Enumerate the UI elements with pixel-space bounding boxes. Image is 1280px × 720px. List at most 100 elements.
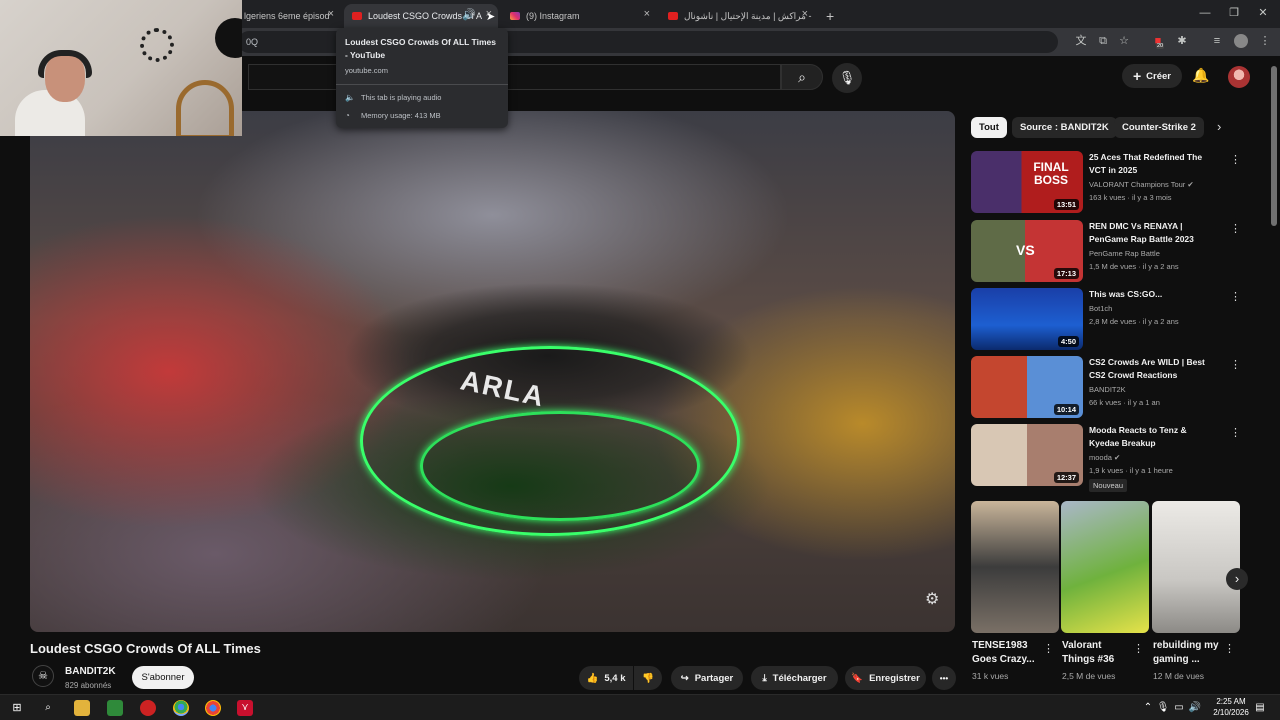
close-icon[interactable]: × <box>328 8 334 20</box>
more-vert-icon[interactable]: ⋮ <box>1230 153 1241 166</box>
chrome-icon[interactable] <box>205 700 221 716</box>
create-button[interactable]: + Créer <box>1122 64 1182 88</box>
download-label: Télécharger <box>772 672 827 684</box>
short-thumbnail[interactable] <box>1061 501 1149 633</box>
browser-tab[interactable]: مراكش | مدينة الإحتيال | ناشونال - × <box>660 4 814 28</box>
more-actions-button[interactable]: ••• <box>932 666 956 690</box>
app-icon[interactable]: ⋎ <box>237 700 253 716</box>
more-vert-icon[interactable]: ⋮ <box>1230 290 1241 303</box>
chevron-right-icon[interactable]: › <box>1226 568 1248 590</box>
memory-usage: ◔ Memory usage: 413 MB <box>345 111 499 120</box>
list-item[interactable]: FINAL BOSS 13:51 25 Aces That Redefined … <box>971 151 1261 213</box>
more-vert-icon[interactable]: ⋮ <box>1133 642 1144 655</box>
notification-icon[interactable]: ▤ <box>1252 700 1268 716</box>
media-icon[interactable]: ≡ <box>1210 34 1224 48</box>
chrome-icon[interactable] <box>173 700 189 716</box>
tray-chevron-icon[interactable]: ⌃ <box>1140 700 1156 716</box>
new-tab-button[interactable]: + <box>818 4 840 28</box>
microphone <box>215 18 242 58</box>
bookmark-star-icon[interactable]: ☆ <box>1117 34 1131 48</box>
video-thumbnail[interactable]: FINAL BOSS 13:51 <box>971 151 1083 213</box>
menu-dots-icon[interactable]: ⋮ <box>1258 34 1272 48</box>
volume-icon[interactable]: 🔊 <box>1187 700 1203 716</box>
short-thumbnail[interactable] <box>1152 501 1240 633</box>
youtube-icon <box>668 12 678 20</box>
list-item[interactable]: 4:50 This was CS:GO... Bot1ch 2,8 M de v… <box>971 288 1261 350</box>
clock-date[interactable]: 2/10/2026 <box>1204 708 1258 717</box>
puzzle-icon[interactable]: ✱ <box>1175 34 1189 48</box>
chevron-right-icon[interactable]: › <box>1217 119 1221 134</box>
bell-icon[interactable]: 🔔 <box>1192 67 1209 84</box>
hover-card-url: youtube.com <box>345 66 388 75</box>
cast-icon[interactable]: ⧉ <box>1096 34 1110 48</box>
browser-tab-active[interactable]: Loudest CSGO Crowds Of A 🔊 × <box>344 4 498 28</box>
chip-all[interactable]: Tout <box>971 117 1007 138</box>
dislike-button[interactable]: 👎 <box>634 666 662 690</box>
duration-badge: 12:37 <box>1053 472 1079 483</box>
close-icon[interactable]: × <box>644 8 650 20</box>
short-thumbnail[interactable] <box>971 501 1059 633</box>
scrollbar[interactable] <box>1271 66 1277 226</box>
more-vert-icon[interactable]: ⋮ <box>1043 642 1054 655</box>
list-item[interactable]: 10:14 CS2 Crowds Are WILD | Best CS2 Cro… <box>971 356 1261 418</box>
channel-name: mooda ✔ <box>1089 453 1121 462</box>
close-icon[interactable]: × <box>802 8 808 20</box>
short-title[interactable]: TENSE1983 Goes Crazy... <box>972 639 1042 667</box>
subscribe-button[interactable]: S'abonner <box>132 666 194 689</box>
search-icon[interactable]: ⌕ <box>40 700 56 716</box>
video-thumbnail[interactable]: 12:37 <box>971 424 1083 486</box>
share-button[interactable]: ↪ Partager <box>671 666 743 690</box>
plus-icon: + <box>1132 68 1142 84</box>
taskbar: ⊞ ⌕ ⋎ ⌃ 🎙 ▭ 🔊 2:25 AM 2/10/2026 ▤ <box>0 694 1280 720</box>
video-player[interactable]: ARLA ⚙ <box>30 111 955 632</box>
more-vert-icon[interactable]: ⋮ <box>1224 642 1235 655</box>
more-vert-icon[interactable]: ⋮ <box>1230 222 1241 235</box>
profile-icon[interactable] <box>1234 34 1248 48</box>
speaker-icon[interactable]: 🔊 <box>462 8 476 21</box>
more-vert-icon[interactable]: ⋮ <box>1230 358 1241 371</box>
browser-tab[interactable]: lgeriens 6eme épisod × <box>236 4 340 28</box>
list-item[interactable]: VS 17:13 REN DMC Vs RENAYA | PenGame Rap… <box>971 220 1261 282</box>
network-icon[interactable]: ▭ <box>1171 700 1187 716</box>
translate-icon[interactable]: 文 <box>1074 34 1088 48</box>
windows-icon[interactable]: ⊞ <box>9 700 25 716</box>
save-button[interactable]: 🔖 Enregistrer <box>845 666 926 690</box>
save-icon: 🔖 <box>851 672 864 684</box>
search-icon[interactable]: ⌕ <box>781 64 823 90</box>
mic-icon[interactable]: 🎙 <box>1155 700 1171 716</box>
like-button[interactable]: 👍 5,4 k <box>579 666 633 690</box>
minimize-icon[interactable]: — <box>1198 6 1212 20</box>
avatar[interactable] <box>1228 66 1250 88</box>
mouse-cursor-icon: ➤ <box>486 11 496 23</box>
video-title: CS2 Crowds Are WILD | Best CS2 Crowd Rea… <box>1089 357 1205 380</box>
app-icon[interactable] <box>140 700 156 716</box>
maximize-icon[interactable]: ❐ <box>1227 6 1241 20</box>
short-title[interactable]: Valorant Things #36 <box>1062 639 1132 667</box>
more-vert-icon[interactable]: ⋮ <box>1230 426 1241 439</box>
tab-title: مراكش | مدينة الإحتيال | ناشونال - <box>684 10 812 21</box>
download-button[interactable]: ⤓ Télécharger <box>751 666 838 690</box>
short-title[interactable]: rebuilding my gaming ... <box>1153 639 1223 667</box>
list-item[interactable]: 12:37 Mooda Reacts to Tenz & Kyedae Brea… <box>971 424 1261 492</box>
chip-source[interactable]: Source : BANDIT2K <box>1012 117 1117 138</box>
chair <box>176 80 234 136</box>
file-explorer-icon[interactable] <box>74 700 90 716</box>
mic-icon[interactable]: 🎙 <box>832 63 862 93</box>
browser-tab[interactable]: (9) Instagram × <box>502 4 656 28</box>
video-thumbnail[interactable]: 10:14 <box>971 356 1083 418</box>
channel-name[interactable]: BANDIT2K <box>65 666 116 677</box>
clock-time[interactable]: 2:25 AM <box>1209 697 1253 706</box>
video-title: 25 Aces That Redefined The VCT in 2025 <box>1089 152 1203 175</box>
divider <box>336 84 508 85</box>
channel-name: BANDIT2K <box>1089 385 1126 394</box>
chip-counter-strike[interactable]: Counter-Strike 2 <box>1114 117 1204 138</box>
headphones <box>38 50 92 78</box>
channel-avatar[interactable]: ☠ <box>32 665 54 687</box>
memory-icon: ◔ <box>345 111 350 120</box>
video-thumbnail[interactable]: 4:50 <box>971 288 1083 350</box>
channel-name: PenGame Rap Battle <box>1089 249 1160 258</box>
video-thumbnail[interactable]: VS 17:13 <box>971 220 1083 282</box>
search-input[interactable] <box>248 64 781 90</box>
store-icon[interactable] <box>107 700 123 716</box>
close-window-icon[interactable]: ✕ <box>1256 6 1270 20</box>
